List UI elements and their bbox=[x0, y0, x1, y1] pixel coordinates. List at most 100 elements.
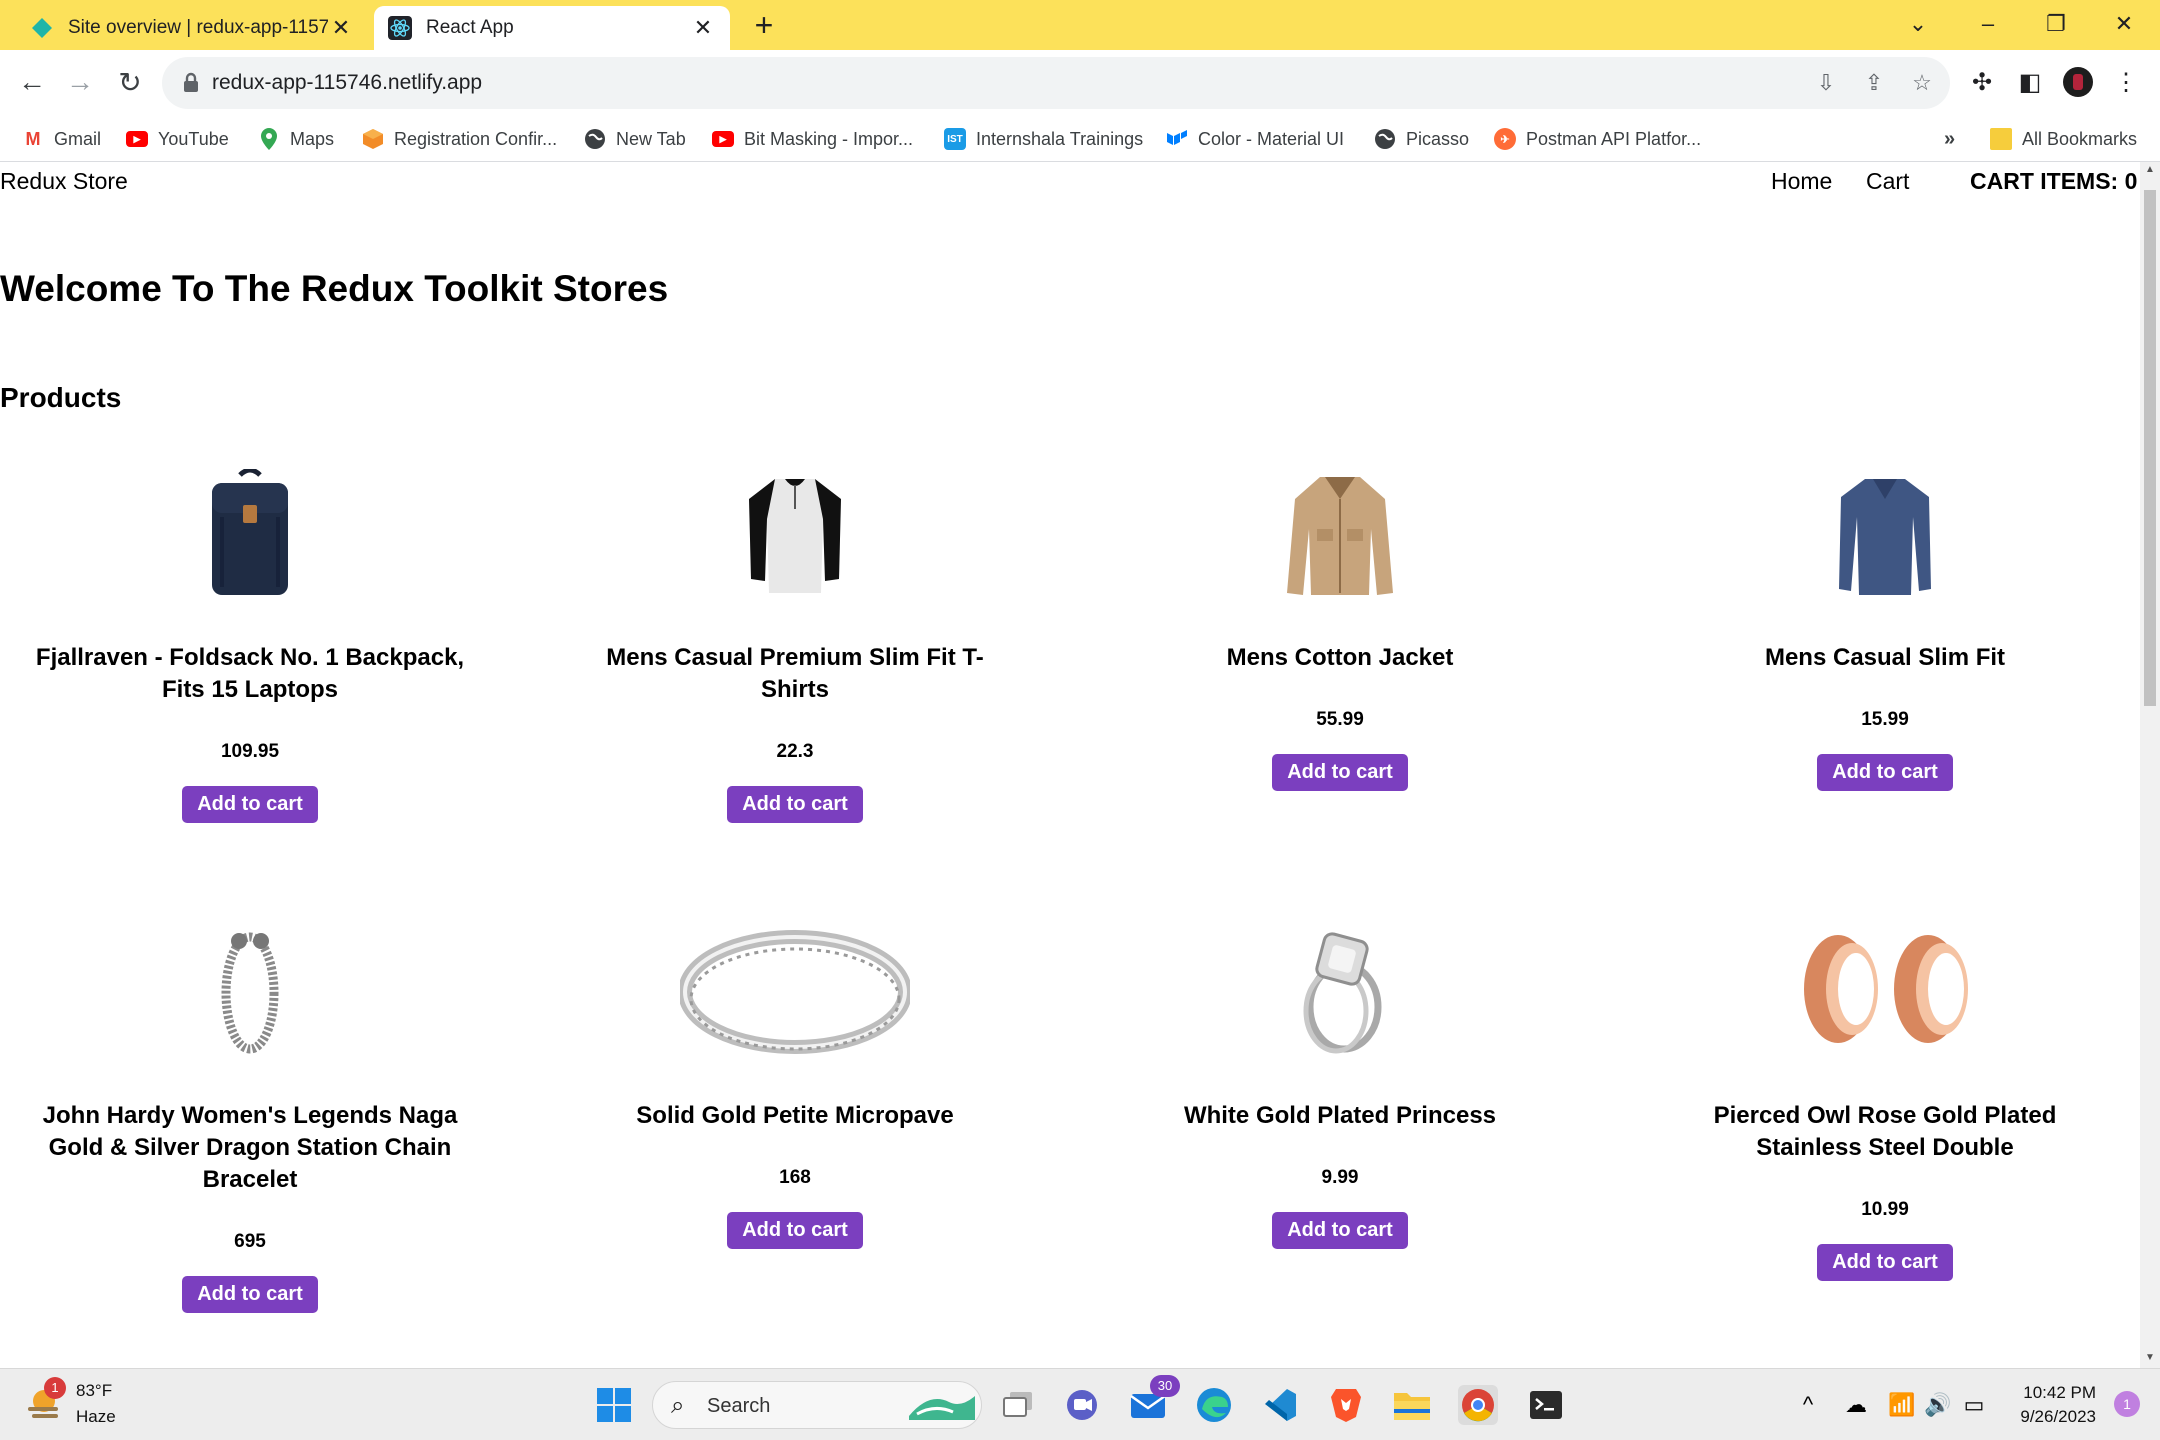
terminal-icon[interactable] bbox=[1526, 1385, 1566, 1425]
bookmark-label: Color - Material UI bbox=[1198, 128, 1345, 149]
box-icon bbox=[362, 128, 384, 150]
bookmark-bit-masking[interactable]: ▶ Bit Masking - Impor... bbox=[712, 124, 913, 154]
bookmark-label: All Bookmarks bbox=[2022, 128, 2138, 149]
profile-avatar[interactable] bbox=[2060, 64, 2096, 100]
battery-icon[interactable]: ▭ bbox=[1954, 1385, 1994, 1425]
welcome-heading: Welcome To The Redux Toolkit Stores bbox=[0, 268, 669, 309]
system-clock[interactable]: 10:42 PM 9/26/2023 bbox=[2020, 1381, 2096, 1429]
add-to-cart-button[interactable]: Add to cart bbox=[1817, 754, 1953, 791]
menu-icon[interactable]: ⋮ bbox=[2108, 64, 2144, 100]
weather-temp: 83°F bbox=[76, 1381, 113, 1400]
bookmark-youtube[interactable]: ▶ YouTube bbox=[126, 124, 229, 154]
share-icon[interactable]: ⇪ bbox=[1860, 69, 1888, 97]
bookmark-material-ui[interactable]: Color - Material UI bbox=[1166, 124, 1344, 154]
product-price: 9.99 bbox=[1321, 1167, 1359, 1188]
all-bookmarks-folder[interactable]: All Bookmarks bbox=[1990, 124, 2137, 154]
file-explorer-icon[interactable] bbox=[1392, 1385, 1432, 1425]
side-panel-icon[interactable]: ◧ bbox=[2012, 64, 2048, 100]
onedrive-icon[interactable]: ☁ bbox=[1836, 1385, 1876, 1425]
close-window-button[interactable]: ✕ bbox=[2096, 6, 2152, 42]
bookmarks-overflow-button[interactable]: » bbox=[1944, 124, 1955, 154]
task-view-icon[interactable] bbox=[998, 1385, 1038, 1425]
install-icon[interactable]: ⇩ bbox=[1812, 69, 1840, 97]
product-price: 55.99 bbox=[1316, 709, 1364, 730]
tab-react-app[interactable]: React App ✕ bbox=[374, 6, 730, 50]
bookmark-label: YouTube bbox=[158, 128, 229, 149]
bookmark-picasso[interactable]: Picasso bbox=[1374, 124, 1469, 154]
nav-home-link[interactable]: Home bbox=[1771, 168, 1832, 195]
site-navbar: Redux Store Home Cart CART ITEMS: 0 bbox=[0, 162, 2140, 202]
product-price: 10.99 bbox=[1861, 1199, 1909, 1220]
browser-toolbar: ← → ↻ redux-app-115746.netlify.app ⇩ ⇪ ☆… bbox=[0, 50, 2160, 116]
bookmark-postman[interactable]: ✈ Postman API Platfor... bbox=[1494, 124, 1701, 154]
scroll-up-arrow-icon[interactable]: ▲ bbox=[2145, 164, 2155, 175]
cart-items-count: CART ITEMS: 0 bbox=[1970, 168, 2138, 194]
search-icon: ⌕ bbox=[671, 1392, 685, 1419]
lock-icon bbox=[184, 72, 198, 92]
tab-site-overview[interactable]: Site overview | redux-app-11574 ✕ bbox=[16, 6, 368, 50]
product-image-plugs bbox=[1635, 922, 2135, 1062]
forward-button[interactable]: → bbox=[62, 64, 98, 100]
add-to-cart-button[interactable]: Add to cart bbox=[727, 786, 863, 823]
notification-badge[interactable]: 1 bbox=[2114, 1391, 2140, 1417]
new-tab-button[interactable]: + bbox=[748, 9, 780, 42]
wifi-icon[interactable]: 📶 bbox=[1882, 1385, 1922, 1425]
product-card: Solid Gold Petite Micropave 168 Add to c… bbox=[545, 922, 1045, 1249]
product-name: John Hardy Women's Legends Naga Gold & S… bbox=[42, 1102, 458, 1193]
minimize-button[interactable]: – bbox=[1960, 6, 2016, 42]
product-price: 695 bbox=[234, 1231, 266, 1252]
weather-badge: 1 bbox=[44, 1377, 66, 1399]
restore-button[interactable]: ❐ bbox=[2028, 6, 2084, 42]
brave-icon[interactable] bbox=[1326, 1385, 1366, 1425]
mail-icon[interactable]: 30 bbox=[1128, 1375, 1180, 1425]
close-tab-icon[interactable]: ✕ bbox=[328, 15, 354, 41]
bookmark-star-icon[interactable]: ☆ bbox=[1908, 69, 1936, 97]
back-button[interactable]: ← bbox=[14, 64, 50, 100]
add-to-cart-button[interactable]: Add to cart bbox=[182, 1276, 318, 1313]
product-image-tshirt bbox=[545, 464, 1045, 604]
ist-icon: IST bbox=[944, 128, 966, 150]
tab-search-icon[interactable]: ⌄ bbox=[1890, 6, 1946, 42]
product-name: Fjallraven - Foldsack No. 1 Backpack, Fi… bbox=[35, 644, 465, 703]
gmail-icon: M bbox=[25, 128, 41, 149]
close-tab-icon[interactable]: ✕ bbox=[690, 15, 716, 41]
scroll-down-arrow-icon[interactable]: ▼ bbox=[2145, 1352, 2155, 1363]
teams-chat-icon[interactable] bbox=[1062, 1385, 1102, 1425]
windows-start-icon[interactable] bbox=[594, 1385, 634, 1425]
bookmark-new-tab[interactable]: New Tab bbox=[584, 124, 686, 154]
bookmark-label: Internshala Trainings bbox=[976, 128, 1144, 149]
extensions-icon[interactable]: ✣ bbox=[1964, 64, 2000, 100]
product-card: Mens Casual Premium Slim Fit T-Shirts 22… bbox=[545, 464, 1045, 823]
youtube-icon: ▶ bbox=[712, 131, 734, 147]
taskbar-search-box[interactable]: ⌕ Search bbox=[652, 1381, 982, 1429]
scrollbar-thumb[interactable] bbox=[2144, 190, 2156, 706]
product-card: Mens Cotton Jacket 55.99 Add to cart bbox=[1090, 464, 1590, 791]
product-name: Mens Casual Premium Slim Fit T-Shirts bbox=[606, 644, 984, 703]
add-to-cart-button[interactable]: Add to cart bbox=[1272, 754, 1408, 791]
edge-icon[interactable] bbox=[1194, 1385, 1234, 1425]
bookmark-label: Registration Confir... bbox=[394, 128, 558, 149]
volume-icon[interactable]: 🔊 bbox=[1918, 1385, 1958, 1425]
bookmark-maps[interactable]: Maps bbox=[258, 124, 334, 154]
clock-date: 9/26/2023 bbox=[2020, 1407, 2096, 1426]
add-to-cart-button[interactable]: Add to cart bbox=[1272, 1212, 1408, 1249]
product-card: Mens Casual Slim Fit 15.99 Add to cart bbox=[1635, 464, 2135, 791]
bookmark-internshala[interactable]: IST Internshala Trainings bbox=[944, 124, 1143, 154]
bookmark-label: Gmail bbox=[54, 128, 102, 149]
bookmark-registration[interactable]: Registration Confir... bbox=[362, 124, 557, 154]
add-to-cart-button[interactable]: Add to cart bbox=[727, 1212, 863, 1249]
page-scrollbar[interactable]: ▲ ▼ bbox=[2140, 162, 2160, 1368]
vscode-icon[interactable] bbox=[1260, 1385, 1300, 1425]
chrome-icon[interactable] bbox=[1458, 1385, 1498, 1425]
add-to-cart-button[interactable]: Add to cart bbox=[1817, 1244, 1953, 1281]
address-bar[interactable]: redux-app-115746.netlify.app ⇩ ⇪ ☆ bbox=[162, 57, 1950, 109]
reload-button[interactable]: ↻ bbox=[112, 64, 148, 100]
show-hidden-icons-chevron-icon[interactable]: ^ bbox=[1788, 1385, 1828, 1425]
product-image-jacket bbox=[1090, 464, 1590, 604]
site-brand: Redux Store bbox=[0, 168, 128, 194]
bookmark-gmail[interactable]: M Gmail bbox=[22, 124, 102, 154]
nav-cart-link[interactable]: Cart bbox=[1866, 168, 1909, 195]
weather-widget[interactable]: 1 bbox=[22, 1377, 66, 1425]
products-heading: Products bbox=[0, 382, 122, 413]
add-to-cart-button[interactable]: Add to cart bbox=[182, 786, 318, 823]
